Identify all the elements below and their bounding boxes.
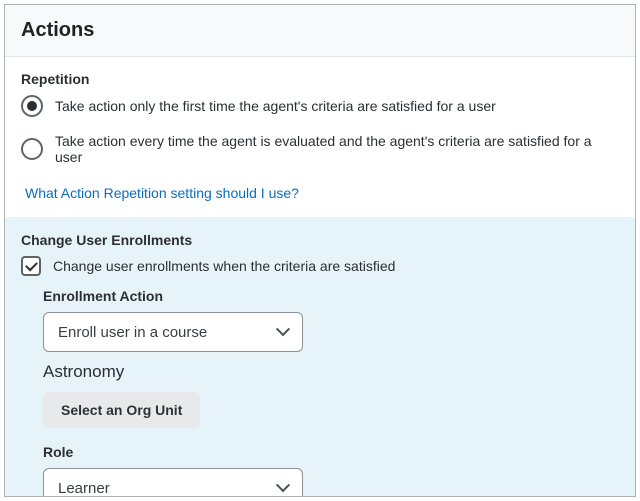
checkbox-checked-icon xyxy=(21,256,41,276)
select-org-unit-button[interactable]: Select an Org Unit xyxy=(43,392,200,428)
repetition-option-label: Take action only the first time the agen… xyxy=(55,98,496,114)
change-enrollments-checkbox[interactable]: Change user enrollments when the criteri… xyxy=(21,256,619,276)
panel-title: Actions xyxy=(21,19,619,42)
change-enrollments-checkbox-label: Change user enrollments when the criteri… xyxy=(53,258,395,274)
repetition-option-label: Take action every time the agent is eval… xyxy=(55,133,619,165)
repetition-option-every-time[interactable]: Take action every time the agent is eval… xyxy=(21,133,619,165)
repetition-title: Repetition xyxy=(21,71,619,87)
chevron-down-icon xyxy=(276,478,290,492)
actions-panel: Actions Repetition Take action only the … xyxy=(4,4,636,497)
role-label: Role xyxy=(43,444,619,460)
radio-unselected-icon xyxy=(21,138,43,160)
radio-selected-icon xyxy=(21,95,43,117)
selected-org-unit-name: Astronomy xyxy=(43,362,619,382)
role-value: Learner xyxy=(58,480,110,497)
change-enrollments-section: Change User Enrollments Change user enro… xyxy=(5,217,635,497)
repetition-section: Repetition Take action only the first ti… xyxy=(5,57,635,217)
enrollment-action-label: Enrollment Action xyxy=(43,288,619,304)
enrollment-action-value: Enroll user in a course xyxy=(58,324,207,341)
chevron-down-icon xyxy=(276,322,290,336)
enrollment-action-select[interactable]: Enroll user in a course xyxy=(43,312,303,352)
panel-header: Actions xyxy=(5,5,635,57)
role-select[interactable]: Learner xyxy=(43,468,303,497)
repetition-help-link[interactable]: What Action Repetition setting should I … xyxy=(25,185,299,201)
change-enrollments-title: Change User Enrollments xyxy=(21,232,619,248)
repetition-option-first-time[interactable]: Take action only the first time the agen… xyxy=(21,95,619,117)
enrollment-sub-block: Enrollment Action Enroll user in a cours… xyxy=(43,288,619,497)
